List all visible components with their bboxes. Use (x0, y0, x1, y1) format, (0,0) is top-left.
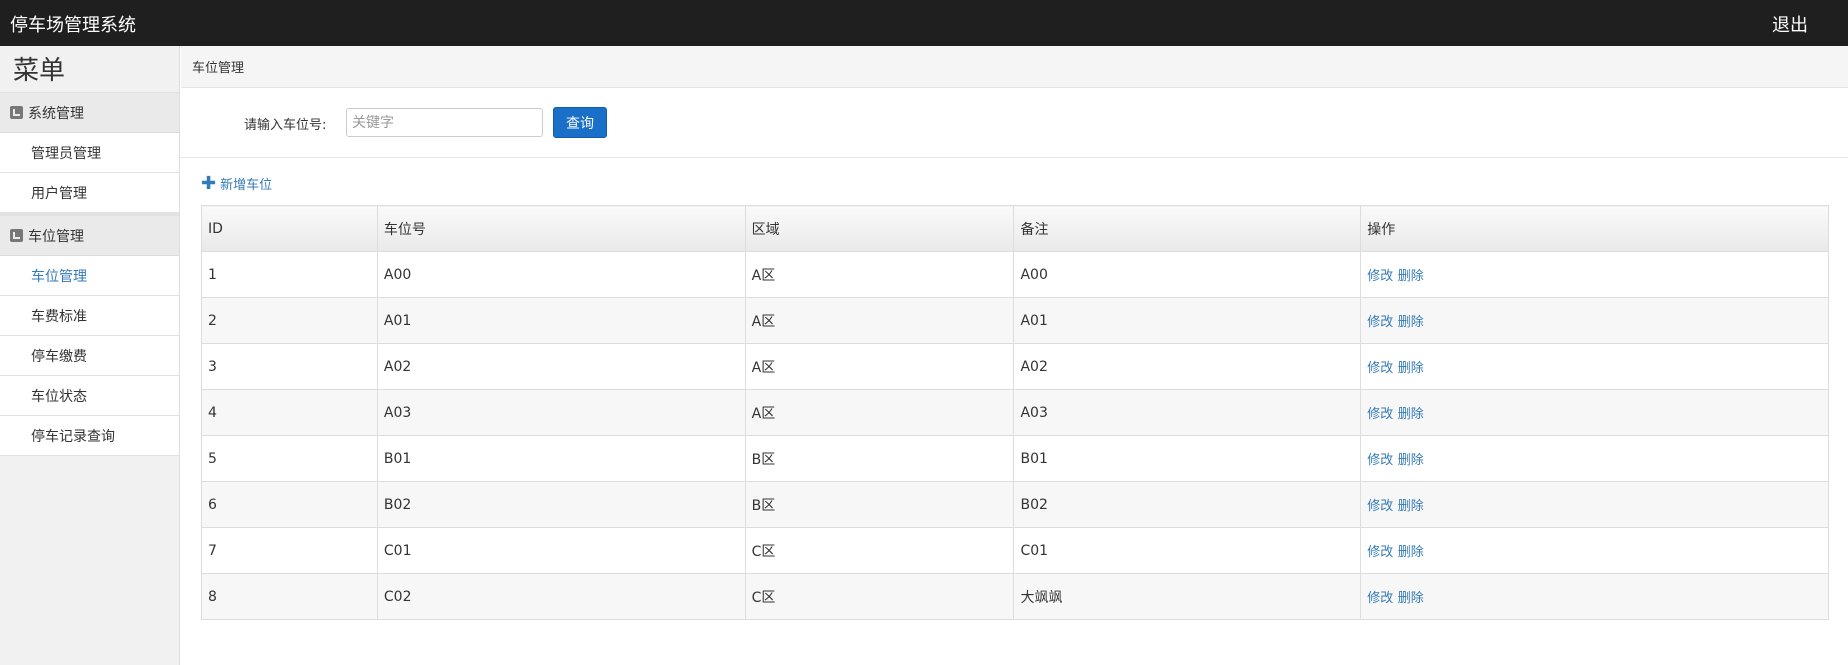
sidebar-group-label: 车位管理 (28, 228, 84, 245)
table-header-row: ID 车位号 区域 备注 操作 (201, 205, 1829, 252)
search-input[interactable] (346, 108, 543, 137)
plus-icon: ✚ (201, 172, 217, 194)
add-space-link[interactable]: ✚ 新增车位 (201, 174, 272, 193)
cell-note: B01 (1013, 435, 1362, 482)
cell-note: A02 (1013, 343, 1362, 390)
column-header-area: 区域 (744, 205, 1015, 252)
cell-area: A区 (744, 343, 1015, 390)
table-row: 2 A01 A区 A01 修改 删除 (201, 297, 1829, 344)
table-row: 5 B01 B区 B01 修改 删除 (201, 435, 1829, 482)
cell-note: A00 (1013, 251, 1362, 298)
cell-actions: 修改 删除 (1360, 343, 1829, 390)
edit-link[interactable]: 修改 (1367, 269, 1393, 284)
table-row: 8 C02 C区 大飒飒 修改 删除 (201, 573, 1829, 620)
edit-link[interactable]: 修改 (1367, 453, 1393, 468)
cell-area: B区 (744, 481, 1015, 528)
sidebar-group-label: 系统管理 (28, 105, 84, 122)
edit-link[interactable]: 修改 (1367, 499, 1393, 514)
cell-number: A01 (376, 297, 746, 344)
delete-link[interactable]: 删除 (1398, 591, 1424, 606)
cell-area: A区 (744, 251, 1015, 298)
add-space-label: 新增车位 (220, 178, 273, 193)
user-card-icon (10, 229, 23, 242)
cell-area: B区 (744, 435, 1015, 482)
delete-link[interactable]: 删除 (1398, 499, 1424, 514)
cell-note: C01 (1013, 527, 1362, 574)
delete-link[interactable]: 删除 (1398, 453, 1424, 468)
delete-link[interactable]: 删除 (1398, 361, 1424, 376)
cell-note: A01 (1013, 297, 1362, 344)
cell-area: A区 (744, 389, 1015, 436)
cell-number: C01 (376, 527, 746, 574)
sidebar-item-parking-records[interactable]: 停车记录查询 (0, 416, 179, 456)
cell-area: A区 (744, 297, 1015, 344)
sidebar-item-fee-standard[interactable]: 车费标准 (0, 296, 179, 336)
sidebar-item-parking-payment[interactable]: 停车缴费 (0, 336, 179, 376)
cell-note: 大飒飒 (1013, 573, 1362, 620)
cell-number: C02 (376, 573, 746, 620)
parking-space-table: ID 车位号 区域 备注 操作 1 A00 A区 A00 修改 删除 2 A01 A区 A01 修… (201, 205, 1829, 620)
cell-area: C区 (744, 527, 1015, 574)
cell-actions: 修改 删除 (1360, 573, 1829, 620)
logout-link[interactable]: 退出 (1772, 11, 1808, 37)
main-content: 车位管理 请输入车位号: 查询 ✚ 新增车位 ID 车位号 区域 备注 操作 1… (181, 46, 1848, 665)
sidebar-group-parking[interactable]: 车位管理 (0, 216, 179, 256)
cell-number: A03 (376, 389, 746, 436)
cell-actions: 修改 删除 (1360, 251, 1829, 298)
table-row: 3 A02 A区 A02 修改 删除 (201, 343, 1829, 390)
edit-link[interactable]: 修改 (1367, 591, 1393, 606)
app-title: 停车场管理系统 (10, 15, 136, 36)
cell-number: B02 (376, 481, 746, 528)
edit-link[interactable]: 修改 (1367, 407, 1393, 422)
cell-actions: 修改 删除 (1360, 297, 1829, 344)
cell-note: B02 (1013, 481, 1362, 528)
cell-number: B01 (376, 435, 746, 482)
cell-actions: 修改 删除 (1360, 435, 1829, 482)
column-header-actions: 操作 (1360, 205, 1829, 252)
top-navbar: 停车场管理系统 退出 (0, 0, 1848, 46)
table-row: 4 A03 A区 A03 修改 删除 (201, 389, 1829, 436)
cell-actions: 修改 删除 (1360, 481, 1829, 528)
cell-id: 3 (201, 343, 378, 390)
table-row: 6 B02 B区 B02 修改 删除 (201, 481, 1829, 528)
menu-title: 菜单 (0, 46, 179, 93)
cell-actions: 修改 删除 (1360, 527, 1829, 574)
cell-id: 8 (201, 573, 378, 620)
sidebar-group-system[interactable]: 系统管理 (0, 93, 179, 133)
edit-link[interactable]: 修改 (1367, 545, 1393, 560)
search-label: 请输入车位号: (244, 118, 327, 133)
column-header-note: 备注 (1013, 205, 1362, 252)
sidebar: 菜单 系统管理 管理员管理 用户管理 车位管理 车位管理 车费标准 停车缴费 车… (0, 46, 180, 665)
cell-id: 7 (201, 527, 378, 574)
cell-note: A03 (1013, 389, 1362, 436)
cell-number: A02 (376, 343, 746, 390)
cell-actions: 修改 删除 (1360, 389, 1829, 436)
cell-id: 6 (201, 481, 378, 528)
search-button[interactable]: 查询 (553, 107, 607, 138)
delete-link[interactable]: 删除 (1398, 269, 1424, 284)
column-header-number: 车位号 (376, 205, 746, 252)
cell-id: 1 (201, 251, 378, 298)
edit-link[interactable]: 修改 (1367, 315, 1393, 330)
cell-number: A00 (376, 251, 746, 298)
table-row: 7 C01 C区 C01 修改 删除 (201, 527, 1829, 574)
delete-link[interactable]: 删除 (1398, 545, 1424, 560)
cell-id: 2 (201, 297, 378, 344)
column-header-id: ID (201, 205, 378, 252)
search-bar: 请输入车位号: 查询 (181, 88, 1848, 158)
sidebar-item-space-status[interactable]: 车位状态 (0, 376, 179, 416)
cell-id: 5 (201, 435, 378, 482)
edit-link[interactable]: 修改 (1367, 361, 1393, 376)
table-body: 1 A00 A区 A00 修改 删除 2 A01 A区 A01 修改 删除 3 A02 A区 A02 修改 … (201, 251, 1829, 620)
sidebar-item-space-management[interactable]: 车位管理 (0, 256, 179, 296)
delete-link[interactable]: 删除 (1398, 407, 1424, 422)
cell-area: C区 (744, 573, 1015, 620)
delete-link[interactable]: 删除 (1398, 315, 1424, 330)
cell-id: 4 (201, 389, 378, 436)
sidebar-item-user-management[interactable]: 用户管理 (0, 173, 179, 213)
user-card-icon (10, 106, 23, 119)
sidebar-item-admin-management[interactable]: 管理员管理 (0, 133, 179, 173)
table-row: 1 A00 A区 A00 修改 删除 (201, 251, 1829, 298)
breadcrumb: 车位管理 (181, 46, 1848, 88)
